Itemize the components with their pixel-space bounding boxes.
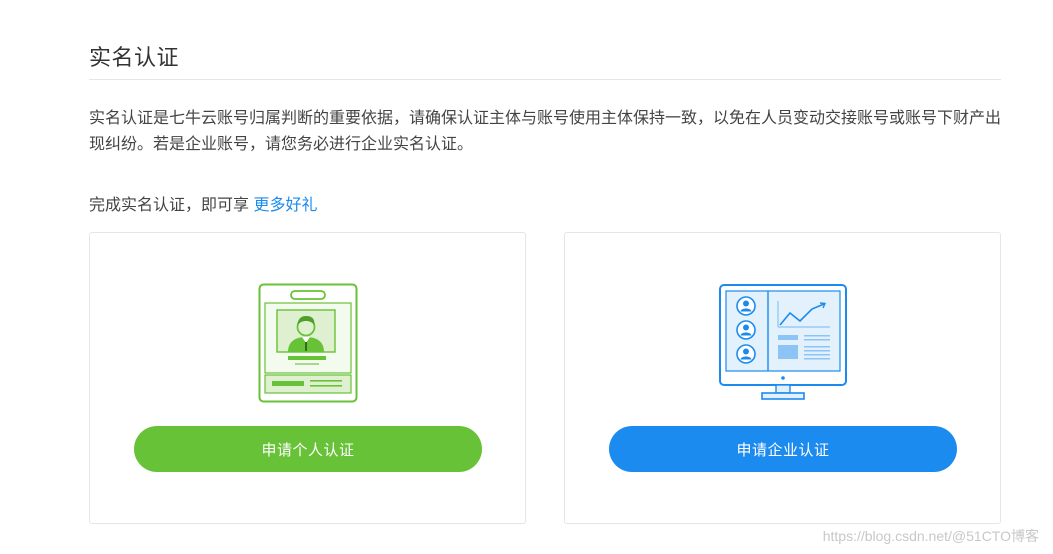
title-divider [89,79,1001,80]
enterprise-verification-card: 申请企业认证 [564,232,1001,524]
watermark: https://blog.csdn.net/@51CTO博客 [822,528,1039,544]
personal-verification-card: 申请个人认证 [89,232,526,524]
page-title: 实名认证 [89,45,180,70]
more-gifts-link[interactable]: 更多好礼 [253,197,317,214]
reward-text: 完成实名认证，即可享 [89,197,254,214]
reward-line: 完成实名认证，即可享 更多好礼 [89,194,317,218]
apply-enterprise-verification-button[interactable]: 申请企业认证 [609,426,957,472]
monitor-dashboard-icon [718,284,847,400]
id-badge-icon [258,283,357,403]
verification-description: 实名认证是七牛云账号归属判断的重要依据，请确保认证主体与账号使用主体保持一致，以… [89,110,1002,153]
apply-personal-verification-button[interactable]: 申请个人认证 [134,426,482,472]
